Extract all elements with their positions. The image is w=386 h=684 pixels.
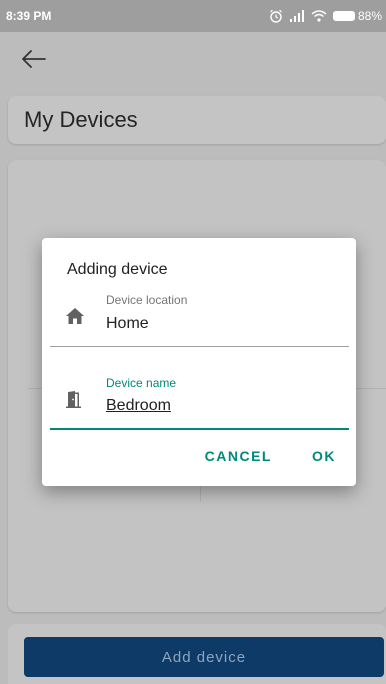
device-location-underline (50, 346, 349, 347)
dialog-actions: CANCEL OK (205, 448, 336, 464)
device-location-value[interactable]: Home (106, 315, 149, 333)
device-name-input[interactable]: Bedroom (106, 397, 171, 415)
adding-device-dialog: Adding device Device location Home Devic… (42, 238, 356, 486)
device-name-label: Device name (106, 376, 177, 390)
page-title: My Devices (24, 107, 138, 132)
device-location-label: Device location (106, 293, 188, 307)
device-name-underline (50, 428, 349, 430)
door-icon (66, 391, 81, 408)
alarm-icon (270, 9, 282, 23)
back-arrow-icon[interactable] (20, 48, 46, 70)
status-bar: 8:39 PM 88% (0, 0, 386, 32)
header-card: My Devices (8, 96, 386, 144)
status-icons: 88% (269, 9, 382, 23)
signal-icon (289, 10, 304, 22)
dialog-title: Adding device (67, 261, 168, 278)
battery-indicator: 88% (332, 9, 382, 23)
add-device-button[interactable]: Add device (24, 637, 384, 677)
device-location-field[interactable]: Device location Home (50, 290, 349, 348)
ok-button[interactable]: OK (312, 448, 336, 464)
status-time: 8:39 PM (6, 9, 52, 23)
device-name-field[interactable]: Device name Bedroom (50, 374, 349, 432)
wifi-icon (311, 10, 327, 22)
home-icon (66, 308, 84, 324)
battery-icon (332, 11, 355, 21)
battery-percent: 88% (357, 9, 382, 23)
cancel-button[interactable]: CANCEL (205, 448, 272, 464)
